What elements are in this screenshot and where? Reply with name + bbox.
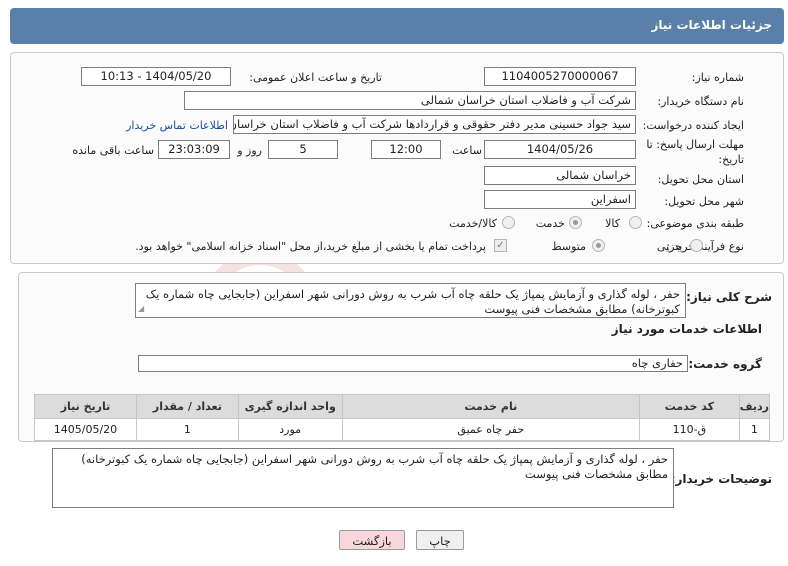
requester-field[interactable]: سید جواد حسینی مدیر دفتر حقوقی و قرارداد… <box>233 115 636 134</box>
buyer-notes-text: حفر ، لوله گذاری و آزمایش پمپاژ یک حلقه … <box>81 452 668 481</box>
remaining-days-label: روز و <box>237 144 262 157</box>
col-service-name: نام خدمت <box>341 394 640 419</box>
treasury-note: پرداخت تمام یا بخشی از مبلغ خرید،از محل … <box>135 240 486 253</box>
purchase-radio-minor[interactable] <box>690 239 703 252</box>
cell-service-code: ق-110 <box>638 418 740 441</box>
buyer-org-field[interactable]: شرکت آب و فاضلاب استان خراسان شمالی <box>184 91 636 110</box>
page-title: جزئیات اطلاعات نیاز <box>651 18 772 32</box>
category-radio-goods-service[interactable] <box>502 216 515 229</box>
back-button[interactable]: بازگشت <box>339 530 405 550</box>
table-row[interactable]: 1 ق-110 حفر چاه عمیق مورد 1 1405/05/20 <box>34 418 771 441</box>
col-service-code: کد خدمت <box>638 394 740 419</box>
deadline-label-line2: تاریخ: <box>718 153 744 166</box>
category-option-goods: کالا <box>605 217 620 230</box>
remaining-time-field[interactable]: 23:03:09 <box>158 140 230 159</box>
delivery-city-label: شهر محل تحویل: <box>664 195 744 208</box>
service-group-field[interactable]: حفاری چاه <box>138 355 688 372</box>
purchase-option-minor: جزیی <box>656 240 682 253</box>
deadline-time-label: ساعت <box>452 144 482 157</box>
remaining-days-field[interactable]: 5 <box>268 140 338 159</box>
category-option-service: خدمت <box>535 217 565 230</box>
announce-datetime-label: تاریخ و ساعت اعلان عمومی: <box>249 71 382 84</box>
category-label: طبقه بندی موضوعی: <box>646 217 744 230</box>
purchase-radio-medium[interactable] <box>592 239 605 252</box>
category-radio-service[interactable] <box>569 216 582 229</box>
summary-textarea[interactable]: حفر ، لوله گذاری و آزمایش پمپاژ یک حلقه … <box>135 283 686 318</box>
summary-label: شرح کلی نیاز: <box>686 290 772 304</box>
services-section-title: اطلاعات خدمات مورد نیاز <box>611 322 762 336</box>
page-header: جزئیات اطلاعات نیاز <box>10 8 784 44</box>
col-quantity: تعداد / مقدار <box>135 394 239 419</box>
table-header-row: ردیف کد خدمت نام خدمت واحد اندازه گیری ت… <box>34 394 771 419</box>
cell-service-name: حفر چاه عمیق <box>341 418 640 441</box>
cell-row-number: 1 <box>738 418 771 441</box>
delivery-province-field[interactable]: خراسان شمالی <box>484 166 636 185</box>
category-option-goods-service: کالا/خدمت <box>449 217 497 230</box>
service-group-label: گروه خدمت: <box>688 357 762 371</box>
deadline-date-field[interactable]: 1404/05/26 <box>484 140 636 159</box>
purchase-option-medium: متوسط <box>551 240 586 253</box>
buyer-contact-link[interactable]: اطلاعات تماس خریدار <box>126 119 228 132</box>
delivery-province-label: استان محل تحویل: <box>657 173 744 186</box>
delivery-city-field[interactable]: اسفراین <box>484 190 636 209</box>
col-row-number: ردیف <box>738 394 771 419</box>
cell-need-date: 1405/05/20 <box>34 418 137 441</box>
resize-grip-icon[interactable]: ◢ <box>138 301 144 316</box>
remaining-time-label: ساعت باقی مانده <box>72 144 154 157</box>
deadline-time-field[interactable]: 12:00 <box>371 140 441 159</box>
requester-label: ایجاد کننده درخواست: <box>642 119 744 132</box>
need-number-label: شماره نیاز: <box>691 71 744 84</box>
buyer-org-label: نام دستگاه خریدار: <box>657 95 744 108</box>
print-button[interactable]: چاپ <box>416 530 464 550</box>
cell-unit: مورد <box>237 418 343 441</box>
col-unit: واحد اندازه گیری <box>237 394 343 419</box>
announce-datetime-field[interactable]: 1404/05/20 - 10:13 <box>81 67 231 86</box>
summary-text: حفر ، لوله گذاری و آزمایش پمپاژ یک حلقه … <box>145 287 680 316</box>
deadline-label-line1: مهلت ارسال پاسخ: تا <box>646 138 744 151</box>
treasury-checkbox[interactable]: ✓ <box>494 239 507 252</box>
buyer-notes-label: توضیحات خریدار: <box>670 472 772 486</box>
category-radio-goods[interactable] <box>629 216 642 229</box>
col-need-date: تاریخ نیاز <box>34 394 137 419</box>
buyer-notes-textarea[interactable]: حفر ، لوله گذاری و آزمایش پمپاژ یک حلقه … <box>52 448 674 508</box>
need-number-field[interactable]: 1104005270000067 <box>484 67 636 86</box>
cell-quantity: 1 <box>135 418 239 441</box>
services-table: ردیف کد خدمت نام خدمت واحد اندازه گیری ت… <box>34 394 771 441</box>
